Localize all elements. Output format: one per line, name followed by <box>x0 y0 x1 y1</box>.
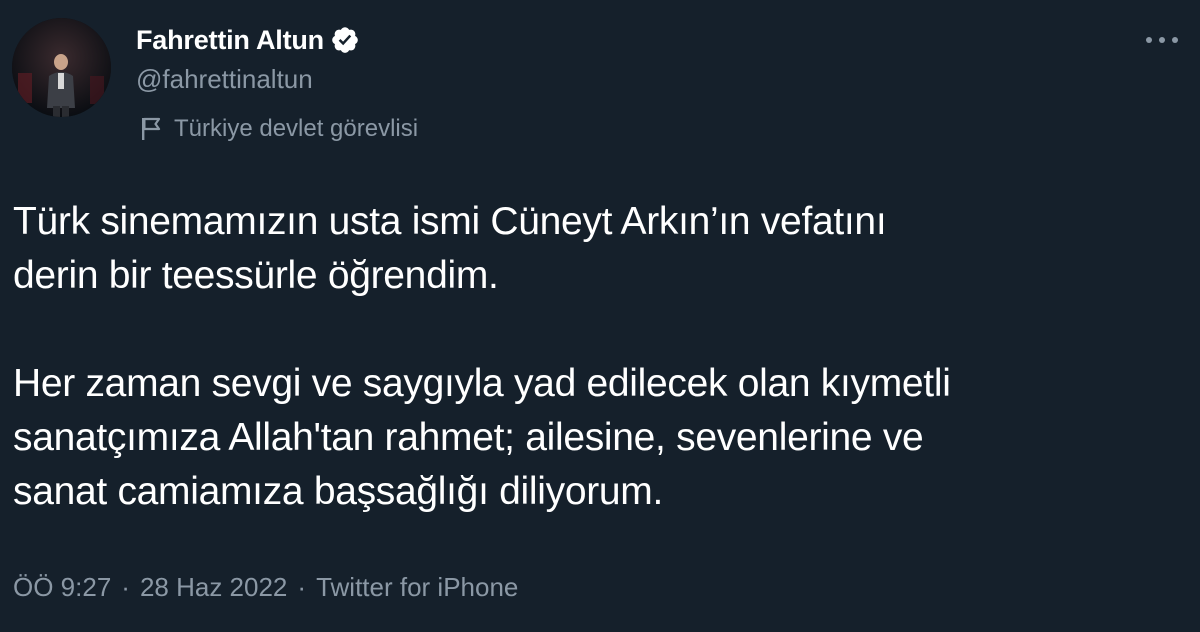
tweet-text-line: Her zaman sevgi ve saygıyla yad edilecek… <box>13 362 951 405</box>
author-display-name[interactable]: Fahrettin Altun <box>136 25 324 56</box>
avatar-image <box>12 18 111 117</box>
tweet-text-line: derin bir teessürle öğrendim. <box>13 254 499 297</box>
tweet-date[interactable]: 28 Haz 2022 <box>140 572 287 603</box>
meta-separator: · <box>297 572 307 602</box>
tweet-text-line: Türk sinemamızın usta ismi Cüneyt Arkın’… <box>13 200 887 243</box>
flag-icon <box>140 116 162 142</box>
tweet-text-line: sanatçımıza Allah'tan rahmet; ailesine, … <box>13 416 924 459</box>
author-name-row: Fahrettin Altun <box>136 22 360 58</box>
government-label[interactable]: Türkiye devlet görevlisi <box>140 115 418 143</box>
tweet-card: Fahrettin Altun @fahrettinaltun Türkiye … <box>0 0 1200 632</box>
tweet-text: Türk sinemamızın usta ismi Cüneyt Arkın’… <box>13 195 1183 519</box>
tweet-source[interactable]: Twitter for iPhone <box>316 572 518 603</box>
meta-separator: · <box>121 572 130 602</box>
more-dots-icon <box>1145 36 1179 44</box>
author-handle[interactable]: @fahrettinaltun <box>136 64 313 95</box>
tweet-meta: ÖÖ 9:27 · 28 Haz 2022 · Twitter for iPho… <box>13 572 518 603</box>
tweet-time[interactable]: ÖÖ 9:27 <box>13 572 111 603</box>
government-label-text: Türkiye devlet görevlisi <box>174 115 419 142</box>
verified-badge-icon <box>330 25 360 55</box>
avatar[interactable] <box>12 18 111 117</box>
tweet-text-line: sanat camiamıza başsağlığı diliyorum. <box>13 470 664 513</box>
more-options-button[interactable] <box>1140 22 1184 58</box>
